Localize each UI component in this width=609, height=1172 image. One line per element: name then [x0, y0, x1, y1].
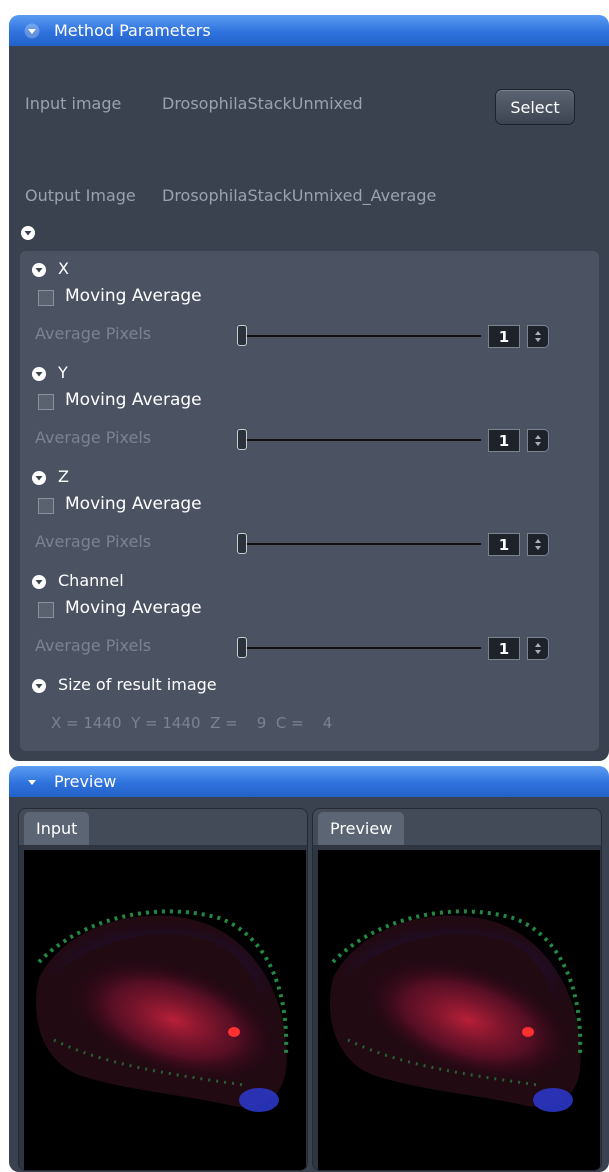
moving-average-y-checkbox[interactable]	[38, 394, 54, 410]
average-pixels-y-label: Average Pixels	[35, 428, 152, 447]
average-pixels-z-value[interactable]: 1	[488, 533, 520, 556]
average-pixels-x-value[interactable]: 1	[488, 325, 520, 348]
average-pixels-channel-slider-track[interactable]	[244, 647, 481, 649]
section-x-title: X	[58, 259, 69, 278]
input-image	[24, 850, 306, 1170]
average-pixels-z-slider-handle[interactable]	[237, 533, 247, 554]
input-view: Input	[18, 808, 308, 1171]
preview-title: Preview	[54, 772, 117, 791]
output-image-label: Output Image	[25, 186, 136, 205]
section-z-title: Z	[58, 467, 69, 486]
method-parameters-body: Input image DrosophilaStackUnmixed Selec…	[9, 46, 609, 761]
method-parameters-header[interactable]: Method Parameters	[9, 15, 609, 46]
preview-body: Input Preview	[9, 797, 609, 1172]
average-pixels-y-slider-track[interactable]	[244, 439, 481, 441]
input-image-value: DrosophilaStackUnmixed	[162, 94, 363, 113]
method-parameters-panel: Method Parameters Input image Drosophila…	[9, 15, 609, 761]
preview-view: Preview	[312, 808, 602, 1171]
preview-image	[318, 850, 600, 1170]
average-pixels-channel-spinner[interactable]	[527, 637, 549, 660]
section-channel-title: Channel	[58, 571, 124, 590]
result-size-values: X = 1440 Y = 1440 Z = 9 C = 4	[51, 714, 333, 732]
input-image-label: Input image	[25, 94, 122, 113]
average-pixels-channel-label: Average Pixels	[35, 636, 152, 655]
average-pixels-y-value[interactable]: 1	[488, 429, 520, 452]
parameters-group: X Moving Average Average Pixels 1 Y Movi…	[20, 251, 599, 751]
average-pixels-z-slider-track[interactable]	[244, 543, 481, 545]
moving-average-x-checkbox[interactable]	[38, 290, 54, 306]
average-pixels-channel-slider-handle[interactable]	[237, 637, 247, 658]
output-image-value: DrosophilaStackUnmixed_Average	[162, 186, 437, 205]
moving-average-y-label: Moving Average	[65, 390, 202, 410]
section-x-toggle-icon[interactable]	[32, 263, 46, 277]
moving-average-z-checkbox[interactable]	[38, 498, 54, 514]
moving-average-channel-checkbox[interactable]	[38, 602, 54, 618]
input-tab-bar: Input	[19, 809, 307, 845]
average-pixels-x-label: Average Pixels	[35, 324, 152, 343]
select-button[interactable]: Select	[495, 89, 575, 125]
section-y-title: Y	[58, 363, 68, 382]
section-z-toggle-icon[interactable]	[32, 471, 46, 485]
preview-panel: Preview Input Preview	[9, 766, 609, 1172]
result-size-title: Size of result image	[58, 675, 217, 694]
section-channel-toggle-icon[interactable]	[32, 575, 46, 589]
average-pixels-z-label: Average Pixels	[35, 532, 152, 551]
average-pixels-y-spinner[interactable]	[527, 429, 549, 452]
average-pixels-x-slider-handle[interactable]	[237, 325, 247, 346]
expand-toggle-icon[interactable]	[21, 226, 35, 240]
section-y-toggle-icon[interactable]	[32, 367, 46, 381]
average-pixels-x-slider-track[interactable]	[244, 335, 481, 337]
average-pixels-y-slider-handle[interactable]	[237, 429, 247, 450]
average-pixels-x-spinner[interactable]	[527, 325, 549, 348]
moving-average-z-label: Moving Average	[65, 494, 202, 514]
result-size-toggle-icon[interactable]	[32, 679, 46, 693]
preview-collapse-arrow-icon[interactable]	[22, 772, 42, 792]
preview-tab-bar: Preview	[313, 809, 601, 845]
method-parameters-title: Method Parameters	[54, 21, 211, 40]
input-tab[interactable]: Input	[24, 812, 90, 845]
average-pixels-channel-value[interactable]: 1	[488, 637, 520, 660]
preview-tab[interactable]: Preview	[318, 812, 405, 845]
collapse-arrow-icon[interactable]	[22, 21, 42, 41]
average-pixels-z-spinner[interactable]	[527, 533, 549, 556]
moving-average-x-label: Moving Average	[65, 286, 202, 306]
preview-header[interactable]: Preview	[9, 766, 609, 797]
moving-average-channel-label: Moving Average	[65, 598, 202, 618]
